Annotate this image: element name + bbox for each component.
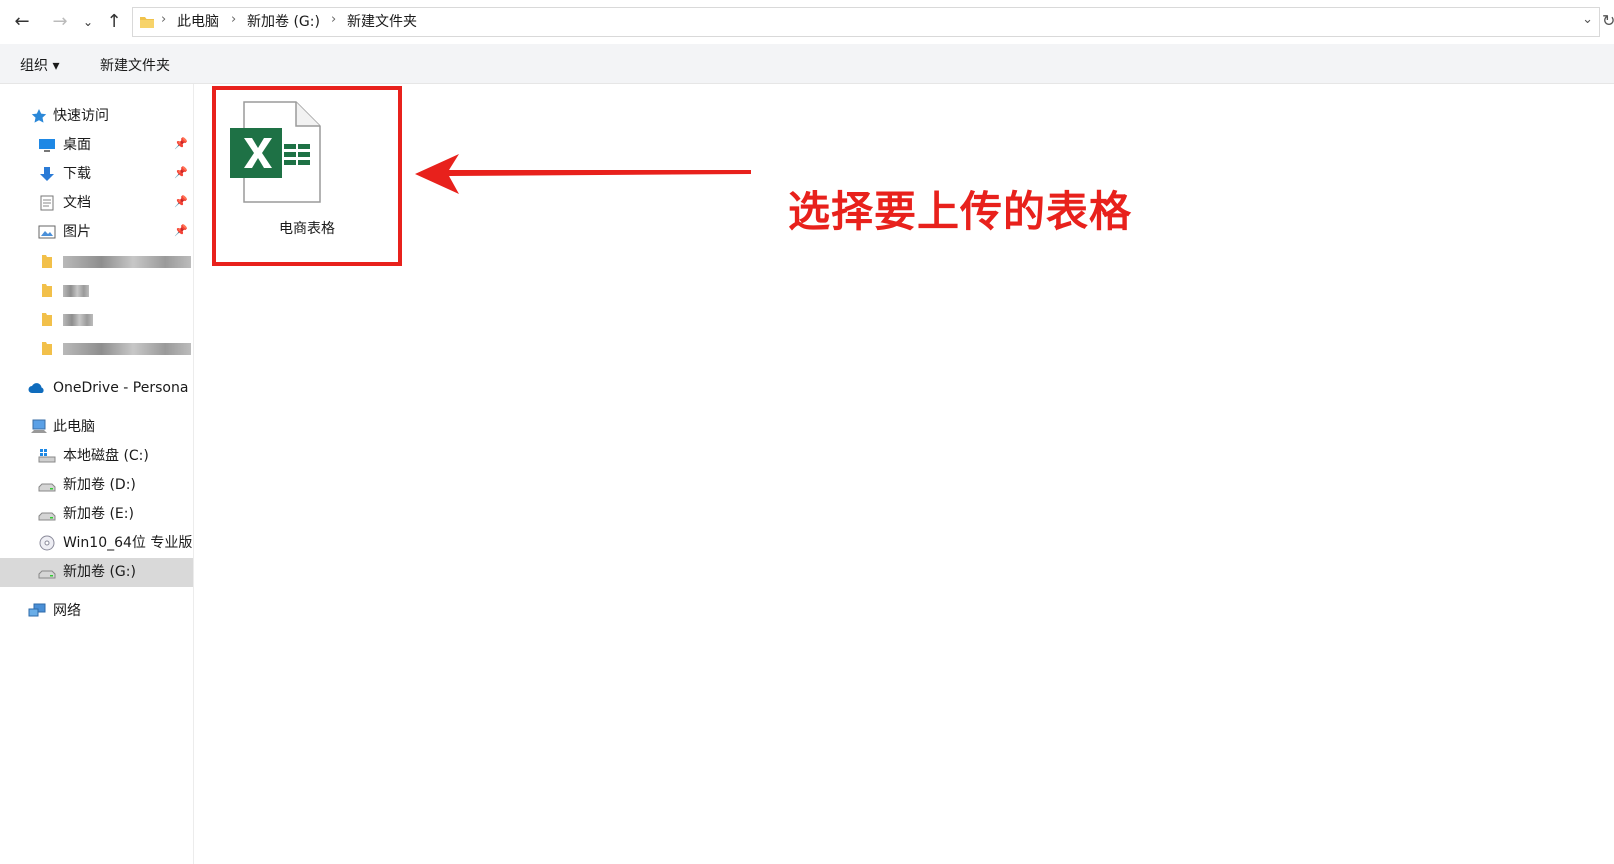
sidebar-item-drive-e[interactable]: 新加卷 (E:) [0,500,193,529]
address-bar[interactable]: › 此电脑 › 新加卷 (G:) › 新建文件夹 ⌄ [132,7,1600,37]
recent-locations-chevron-icon[interactable]: ⌄ [80,10,96,34]
back-arrow-icon[interactable]: ← [10,10,34,34]
sidebar-item-label: 新加卷 (E:) [63,506,134,522]
navigation-pane: 快速访问 桌面 📌 下载 📌 文档 📌 图片 📌 OneDrive - Pers… [0,84,194,864]
cloud-icon [28,383,44,393]
annotation-text: 选择要上传的表格 [788,187,1133,236]
sidebar-item-label: 图片 [63,224,91,240]
sidebar-item-drive-g[interactable]: 新加卷 (G:) [0,558,193,587]
pin-icon[interactable]: 📌 [174,166,188,179]
sidebar-item-blurred-folder[interactable] [0,276,193,305]
pin-icon[interactable]: 📌 [174,137,188,150]
network-icon [28,603,46,617]
sidebar-item-blurred-folder[interactable] [0,247,193,276]
folder-icon [42,284,52,297]
sidebar-item-label: 新加卷 (G:) [63,564,136,580]
sidebar-item-desktop[interactable]: 桌面 📌 [0,131,193,160]
star-icon [31,109,47,123]
sidebar-item-this-pc[interactable]: 此电脑 [0,413,193,442]
sidebar-item-blurred-folder[interactable] [0,305,193,334]
file-name-label: 电商表格 [279,221,335,237]
file-item-excel[interactable]: 电商表格 [212,86,402,266]
sidebar-item-label: 快速访问 [53,108,109,124]
sidebar-item-onedrive[interactable]: OneDrive - Persona [0,374,193,403]
up-arrow-icon[interactable]: ↑ [104,10,124,34]
folder-icon [42,342,52,355]
folder-icon [42,313,52,326]
breadcrumb-this-pc[interactable]: 此电脑 [177,13,219,31]
drive-icon [38,483,56,492]
refresh-icon[interactable]: ↻ [1602,11,1614,30]
sidebar-item-label: 下载 [63,166,91,182]
disc-icon [39,535,55,551]
breadcrumb-new-folder[interactable]: 新建文件夹 [347,13,417,31]
sidebar-item-blurred-folder[interactable] [0,334,193,363]
pin-icon[interactable]: 📌 [174,224,188,237]
sidebar-item-label: OneDrive - Persona [53,380,189,396]
excel-file-icon [230,101,321,203]
sidebar-item-drive-c[interactable]: 本地磁盘 (C:) [0,442,193,471]
annotation-arrow-icon [415,154,751,194]
breadcrumb-drive-g[interactable]: 新加卷 (G:) [247,13,320,31]
forward-arrow-icon[interactable]: → [48,10,72,34]
address-dropdown-chevron-icon[interactable]: ⌄ [1582,12,1593,27]
pin-icon[interactable]: 📌 [174,195,188,208]
breadcrumb-chevron-icon: › [231,12,237,27]
redacted-label [63,256,191,268]
sidebar-item-label: Win10_64位 专业版 [63,535,193,551]
redacted-label [63,343,191,355]
breadcrumb-chevron-icon: › [331,12,337,27]
sidebar-item-label: 此电脑 [53,419,95,435]
command-toolbar: 组织 ▾ 新建文件夹 [0,44,1614,84]
new-folder-button[interactable]: 新建文件夹 [100,55,170,75]
drive-icon [38,570,56,579]
sidebar-item-label: 本地磁盘 (C:) [63,448,149,464]
breadcrumb-chevron-icon: › [161,12,167,27]
sidebar-item-dvd-drive[interactable]: Win10_64位 专业版 [0,529,193,558]
folder-icon [140,17,154,28]
sidebar-item-label: 文档 [63,195,91,211]
sidebar-item-network[interactable]: 网络 [0,597,193,626]
folder-icon [42,255,52,268]
sidebar-item-label: 桌面 [63,137,91,153]
sidebar-item-pictures[interactable]: 图片 📌 [0,218,193,247]
sidebar-item-label: 网络 [53,603,81,619]
sidebar-item-downloads[interactable]: 下载 📌 [0,160,193,189]
drive-icon [38,512,56,521]
sidebar-item-label: 新加卷 (D:) [63,477,136,493]
sidebar-item-drive-d[interactable]: 新加卷 (D:) [0,471,193,500]
computer-icon [31,419,47,433]
redacted-label [63,285,89,297]
organize-button[interactable]: 组织 ▾ [20,55,59,75]
windows-drive-icon [38,449,56,463]
desktop-icon [39,139,55,152]
sidebar-item-documents[interactable]: 文档 📌 [0,189,193,218]
sidebar-item-quick-access[interactable]: 快速访问 [0,102,193,131]
document-icon [40,195,54,211]
picture-icon [38,225,56,239]
download-icon [40,167,54,181]
address-bar-row: ← → ⌄ ↑ › 此电脑 › 新加卷 (G:) › 新建文件夹 ⌄ ↻ [0,0,1614,44]
redacted-label [63,314,93,326]
